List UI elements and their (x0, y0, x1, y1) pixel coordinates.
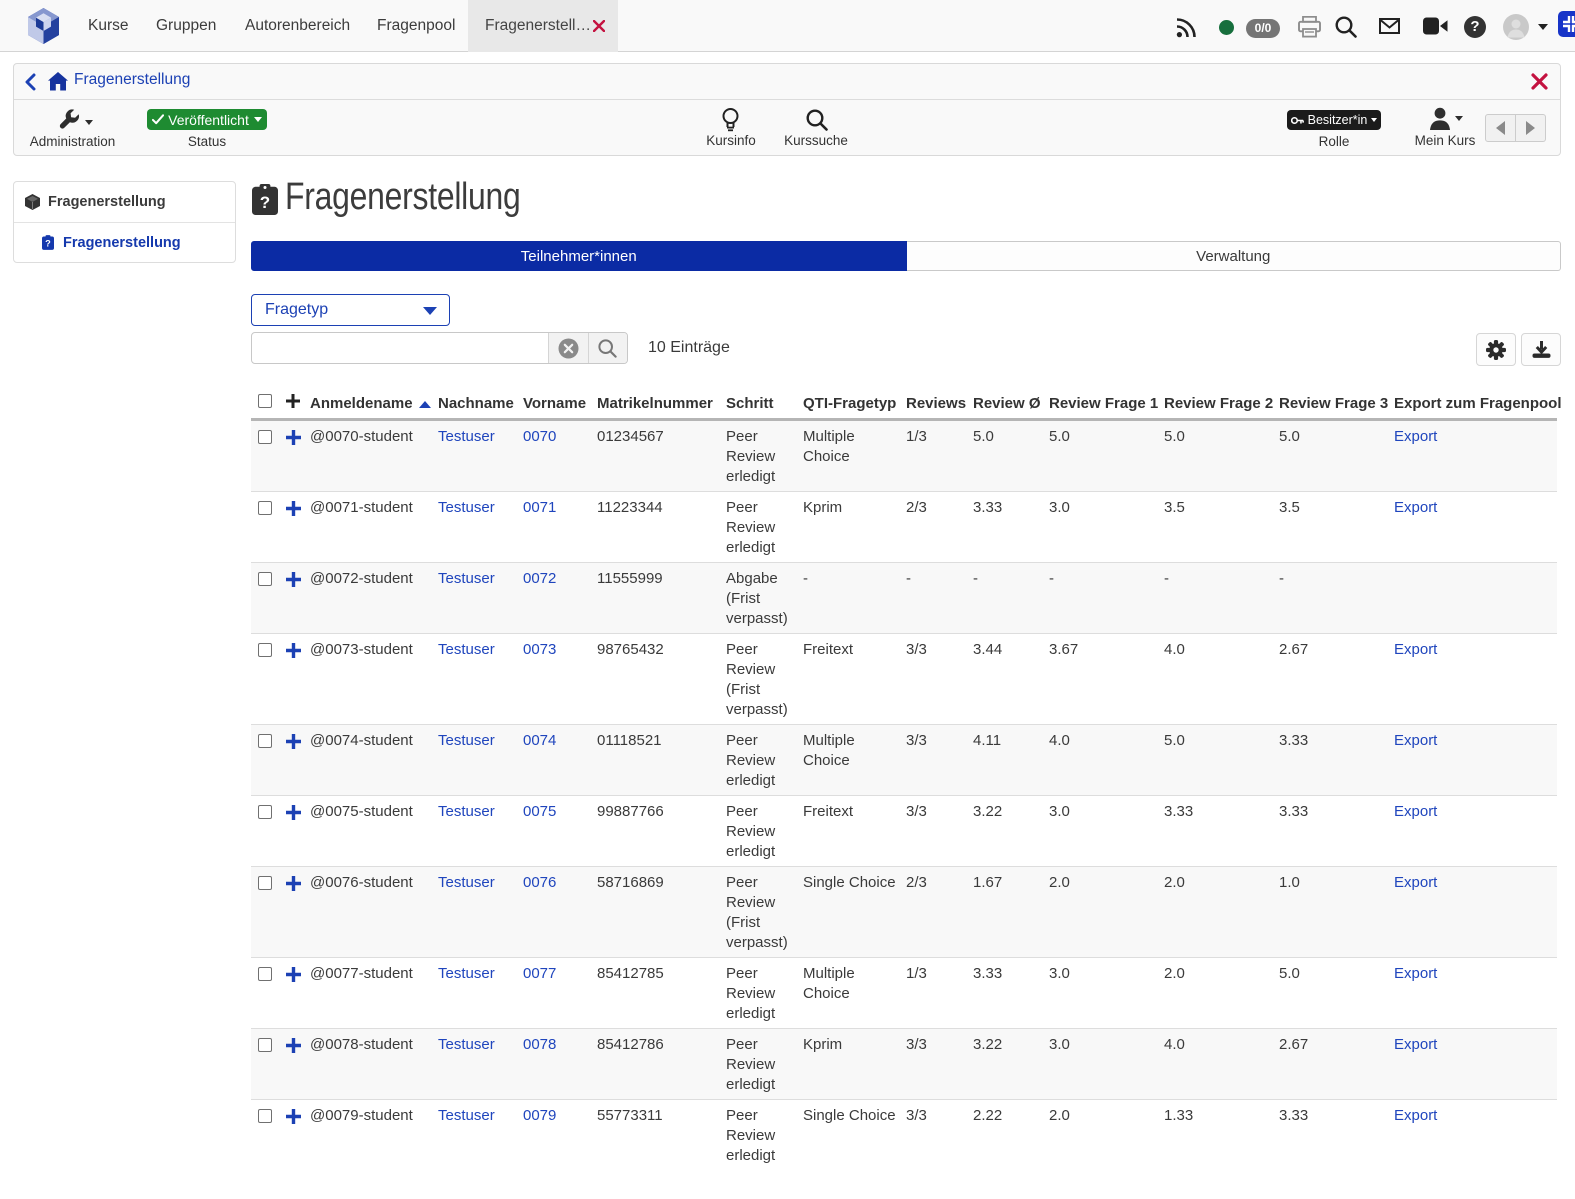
svg-text:?: ? (260, 193, 270, 212)
svg-text:?: ? (45, 239, 51, 249)
